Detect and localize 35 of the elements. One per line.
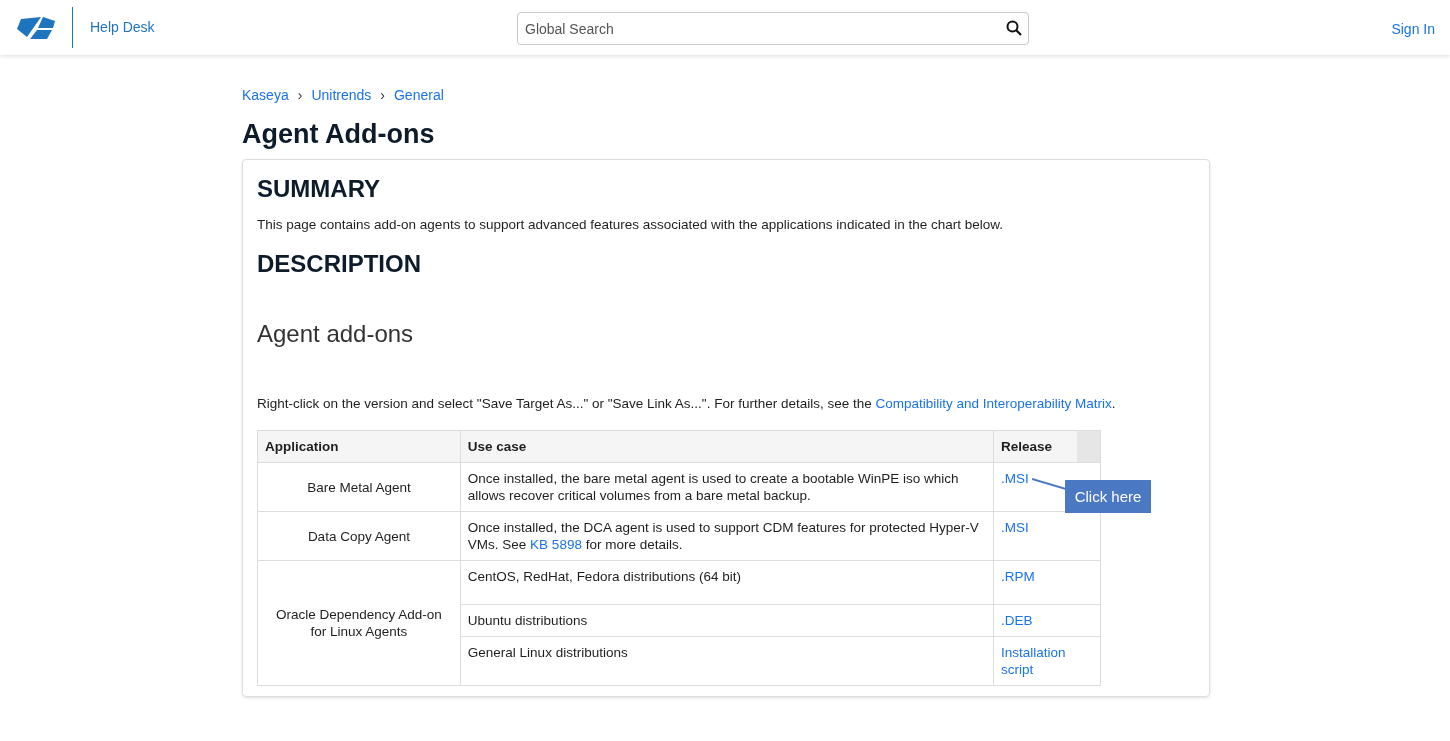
site-name-link[interactable]: Help Desk — [90, 17, 155, 38]
table-cell: CentOS, RedHat, Fedora distributions (64 bit) — [467, 569, 741, 584]
table-cell: Bare Metal Agent — [307, 479, 411, 495]
breadcrumb-separator: › — [380, 85, 385, 105]
paragraph: This page contains add-on agents to support advanced features associated with the applications indicated in the chart below. — [257, 216, 1004, 234]
section-heading: DESCRIPTION — [257, 249, 422, 279]
download-link[interactable]: .MSI — [1001, 470, 1029, 487]
page-title: Agent Add-ons — [242, 118, 436, 151]
breadcrumb-link[interactable]: Unitrends — [311, 84, 372, 106]
table-cell: Data Copy Agent — [307, 528, 410, 544]
column-header: Use case — [467, 439, 527, 454]
table-cell: Once installed, the DCA agent is used to support CDM features for protected Hyper-V VMs. See KB 5898 for more details. — [467, 520, 979, 552]
callout-label: Click here — [1065, 480, 1152, 513]
subsection-heading: Agent add-ons — [257, 319, 415, 349]
section-heading: SUMMARY — [257, 174, 382, 204]
breadcrumb-link[interactable]: General — [393, 84, 444, 106]
download-link[interactable]: .DEB — [1001, 612, 1033, 629]
column-header: Application — [265, 439, 339, 454]
text-link[interactable]: KB 5898 — [530, 537, 582, 552]
logo-icon[interactable] — [15, 14, 57, 41]
breadcrumb-separator: › — [297, 85, 303, 105]
download-link[interactable]: .RPM — [1001, 568, 1035, 585]
table-cell: Ubuntu distributions — [467, 613, 588, 628]
table-cell: Oracle Dependency Add-on for Linux Agents — [276, 607, 442, 639]
column-header: Release — [1001, 439, 1053, 454]
breadcrumb-link[interactable]: Kaseya — [242, 84, 289, 106]
sign-in-link[interactable]: Sign In — [1391, 19, 1435, 40]
table-cell: General Linux distributions — [467, 645, 628, 660]
table-cell: Once installed, the bare metal agent is used to create a bootable WinPE iso which allows recover critical volumes from a bare metal backup. — [467, 471, 959, 503]
search-icon[interactable] — [1006, 20, 1022, 36]
download-link[interactable]: .MSI — [1001, 519, 1029, 536]
paragraph: Right-click on the version and select "Save Target As..." or "Save Link As...". For further details, see the Compatibility and Interoperability Matrix. — [257, 395, 1117, 413]
search-field[interactable]: Global Search — [517, 12, 1029, 45]
text-link[interactable]: Compatibility and Interoperability Matrix — [875, 396, 1112, 411]
leader-line — [1032, 478, 1067, 490]
